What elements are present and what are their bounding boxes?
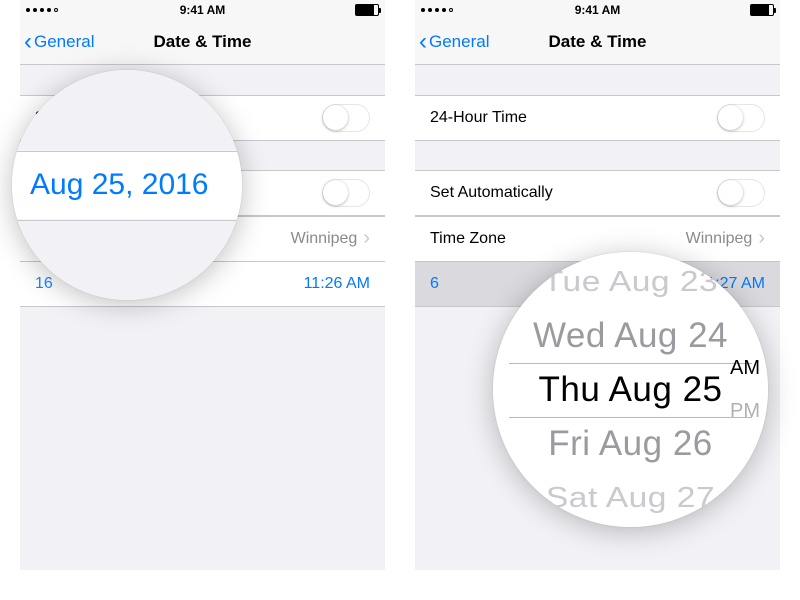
status-bar: 9:41 AM <box>20 0 385 20</box>
chevron-right-icon: › <box>758 227 765 250</box>
status-time: 9:41 AM <box>415 0 780 20</box>
cell-time-zone-label: Time Zone <box>430 230 686 248</box>
date-display: 6 <box>430 275 439 293</box>
cell-set-auto[interactable]: Set Automatically <box>415 170 780 216</box>
date-picker[interactable]: Tue Aug 23 Wed Aug 24 Thu Aug 25 Fri Aug… <box>493 252 768 527</box>
cell-24hour-label: 24-Hour Time <box>430 109 717 127</box>
switch-24hour[interactable] <box>717 104 765 132</box>
cell-set-auto-label: Set Automatically <box>430 184 717 202</box>
cell-24hour[interactable]: 24-Hour Time <box>415 95 780 141</box>
chevron-right-icon: › <box>363 227 370 250</box>
picker-pm[interactable]: PM <box>730 400 760 423</box>
status-time: 9:41 AM <box>20 0 385 20</box>
switch-set-auto[interactable] <box>717 179 765 207</box>
zoom-date-text: Aug 25, 2016 <box>30 168 209 202</box>
picker-row[interactable]: Wed Aug 24 <box>493 309 768 363</box>
nav-title: Date & Time <box>415 20 780 64</box>
nav-title: Date & Time <box>20 20 385 64</box>
battery-icon <box>750 0 774 20</box>
picker-row[interactable]: Fri Aug 26 <box>493 417 768 471</box>
nav-bar: ‹ General Date & Time <box>415 20 780 65</box>
picker-row[interactable]: Sat Aug 27 <box>499 475 763 519</box>
cell-time-zone-value: Winnipeg <box>291 230 358 248</box>
zoom-magnifier-picker: Tue Aug 23 Wed Aug 24 Thu Aug 25 Fri Aug… <box>493 252 768 527</box>
picker-ampm[interactable]: AM PM <box>730 357 760 423</box>
switch-set-auto[interactable] <box>322 179 370 207</box>
cell-time-zone-value: Winnipeg <box>686 230 753 248</box>
nav-bar: ‹ General Date & Time <box>20 20 385 65</box>
battery-icon <box>355 0 379 20</box>
time-display: 11:26 AM <box>304 275 370 293</box>
picker-am[interactable]: AM <box>730 357 760 380</box>
picker-row-selected[interactable]: Thu Aug 25 <box>493 363 768 417</box>
zoom-magnifier-date: Aug 25, 2016 <box>12 70 242 300</box>
picker-row[interactable]: Tue Aug 23 <box>499 259 763 303</box>
switch-24hour[interactable] <box>322 104 370 132</box>
status-bar: 9:41 AM <box>415 0 780 20</box>
